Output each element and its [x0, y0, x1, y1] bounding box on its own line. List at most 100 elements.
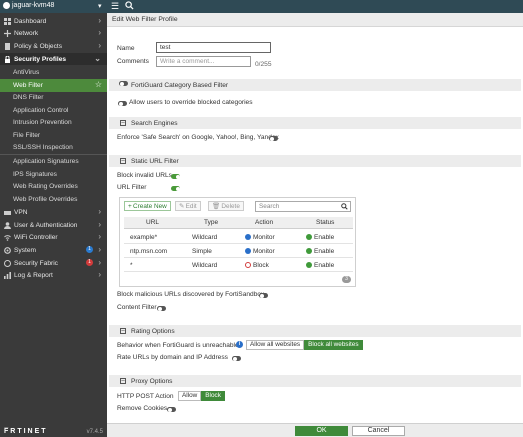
- section-title: Search Engines: [131, 119, 178, 127]
- block-option[interactable]: Block: [201, 391, 225, 401]
- sidebar-item-log-report[interactable]: Log & Report ›: [0, 269, 107, 281]
- allow-override-toggle[interactable]: [118, 101, 127, 106]
- search-icon[interactable]: [125, 1, 134, 12]
- fortinet-logo: F̅RTINET: [4, 428, 48, 435]
- rate-urls-label: Rate URLs by domain and IP Address: [117, 354, 228, 361]
- sidebar-item-label: Policy & Objects: [14, 42, 63, 50]
- column-header-type[interactable]: Type: [204, 219, 218, 226]
- safe-search-toggle[interactable]: [269, 136, 278, 141]
- chevron-right-icon: ›: [98, 232, 101, 241]
- sidebar-item-ssl-ssh-inspection[interactable]: SSL/SSH Inspection: [0, 141, 107, 154]
- sidebar-item-label: IPS Signatures: [13, 170, 57, 178]
- collapse-icon[interactable]: –: [120, 158, 126, 164]
- sidebar-item-policy[interactable]: Policy & Objects ›: [0, 40, 107, 52]
- cell-type: Wildcard: [192, 234, 218, 241]
- column-header-url[interactable]: URL: [146, 219, 159, 226]
- block-all-websites-option[interactable]: Block all websites: [304, 340, 363, 350]
- notification-badge: 1: [86, 259, 93, 266]
- sidebar-item-system[interactable]: System 1 ›: [0, 244, 107, 256]
- comments-field[interactable]: Write a comment...: [156, 56, 251, 67]
- star-icon[interactable]: ☆: [95, 80, 102, 89]
- cell-url: example*: [130, 234, 158, 241]
- content-filter-toggle[interactable]: [157, 306, 166, 311]
- block-malicious-toggle[interactable]: [259, 293, 268, 298]
- sidebar-item-label: Web Profile Overrides: [13, 195, 78, 203]
- network-icon: [4, 29, 11, 37]
- remove-cookies-toggle[interactable]: [167, 407, 176, 412]
- table-row[interactable]: ntp.msn.com Simple Monitor Enable: [124, 245, 353, 258]
- name-field[interactable]: test: [156, 42, 271, 53]
- check-circle-icon: [306, 234, 312, 240]
- hamburger-menu-icon[interactable]: ☰: [111, 1, 119, 11]
- delete-button[interactable]: 🗑 Delete: [208, 201, 244, 211]
- section-title: FortiGuard Category Based Filter: [131, 81, 229, 89]
- sidebar-item-file-filter[interactable]: File Filter: [0, 129, 107, 142]
- proxy-options-section[interactable]: – Proxy Options: [109, 375, 521, 387]
- sidebar-item-antivirus[interactable]: AntiVirus: [0, 66, 107, 79]
- static-url-section[interactable]: – Static URL Filter: [109, 155, 521, 167]
- create-new-button[interactable]: + Create New: [124, 201, 171, 211]
- table-header: URL Type Action Status: [124, 217, 353, 229]
- search-icon[interactable]: [341, 203, 348, 212]
- dashboard-icon: [4, 17, 11, 25]
- button-label: Create New: [133, 202, 167, 210]
- fabric-icon: [4, 259, 11, 267]
- sidebar-item-vpn[interactable]: VPN ›: [0, 206, 107, 218]
- block-invalid-toggle[interactable]: [171, 174, 180, 179]
- table-search-input[interactable]: Search: [255, 201, 351, 212]
- table-row[interactable]: * Wildcard Block Enable: [124, 259, 353, 272]
- collapse-icon[interactable]: –: [120, 120, 126, 126]
- chevron-down-icon[interactable]: ▾: [98, 2, 102, 10]
- cancel-button[interactable]: Cancel: [352, 426, 405, 436]
- sidebar-item-web-filter[interactable]: Web Filter ☆: [0, 79, 107, 92]
- sidebar-item-security-fabric[interactable]: Security Fabric 1 ›: [0, 257, 107, 269]
- table-row[interactable]: example* Wildcard Monitor Enable: [124, 231, 353, 244]
- allow-all-websites-option[interactable]: Allow all websites: [246, 340, 305, 350]
- policy-icon: [4, 42, 11, 50]
- section-title: Proxy Options: [131, 377, 173, 385]
- button-label: Delete: [221, 202, 240, 210]
- sidebar-item-application-control[interactable]: Application Control: [0, 104, 107, 117]
- allow-option[interactable]: Allow: [178, 391, 202, 401]
- column-header-status[interactable]: Status: [316, 219, 334, 226]
- collapse-icon[interactable]: –: [120, 328, 126, 334]
- ok-button[interactable]: OK: [295, 426, 348, 436]
- rate-urls-toggle[interactable]: [232, 356, 241, 361]
- sidebar-item-dns-filter[interactable]: DNS Filter: [0, 91, 107, 104]
- button-label: Edit: [185, 202, 197, 210]
- page-title: Edit Web Filter Profile: [107, 13, 523, 27]
- cell-action: Monitor: [245, 234, 275, 241]
- fortiguard-category-toggle[interactable]: [119, 81, 128, 86]
- collapse-icon[interactable]: –: [120, 378, 126, 384]
- search-engines-section[interactable]: – Search Engines: [109, 117, 521, 129]
- cell-url: *: [130, 262, 133, 269]
- url-filter-toggle[interactable]: [171, 186, 180, 191]
- device-selector[interactable]: jaguar-kvm48: [3, 2, 54, 9]
- rating-options-section[interactable]: – Rating Options: [109, 325, 521, 337]
- edit-button[interactable]: ✎ Edit: [175, 201, 201, 211]
- sidebar-item-label: VPN: [14, 208, 28, 216]
- pencil-icon: ✎: [179, 203, 186, 210]
- sidebar-item-security-profiles[interactable]: Security Profiles ⌄: [0, 53, 107, 65]
- sidebar-item-web-rating-overrides[interactable]: Web Rating Overrides: [0, 180, 107, 193]
- sidebar-item-ips-signatures[interactable]: IPS Signatures: [0, 168, 107, 181]
- sidebar-item-wifi-controller[interactable]: WiFi Controller ›: [0, 231, 107, 243]
- sidebar-item-application-signatures[interactable]: Application Signatures: [0, 155, 107, 168]
- cell-type: Wildcard: [192, 262, 218, 269]
- sidebar-item-web-profile-overrides[interactable]: Web Profile Overrides: [0, 193, 107, 206]
- info-icon[interactable]: i: [236, 341, 243, 348]
- sidebar-item-dashboard[interactable]: Dashboard ›: [0, 15, 107, 27]
- sidebar-item-label: Application Signatures: [13, 157, 79, 165]
- column-header-action[interactable]: Action: [255, 219, 273, 226]
- sidebar-item-network[interactable]: Network ›: [0, 27, 107, 39]
- search-placeholder: Search: [259, 203, 280, 210]
- sidebar-item-intrusion-prevention[interactable]: Intrusion Prevention: [0, 116, 107, 129]
- footer-bar: OK Cancel: [107, 423, 523, 437]
- fortiguard-category-section[interactable]: FortiGuard Category Based Filter: [109, 79, 521, 91]
- sidebar-item-label: Web Filter: [13, 81, 43, 89]
- sidebar-item-user-auth[interactable]: User & Authentication ›: [0, 219, 107, 231]
- cell-status: Enable: [306, 248, 334, 255]
- chevron-down-icon: ⌄: [94, 54, 101, 63]
- url-filter-table: + Create New ✎ Edit 🗑 Delete Search URL …: [119, 197, 356, 287]
- cell-status: Enable: [306, 234, 334, 241]
